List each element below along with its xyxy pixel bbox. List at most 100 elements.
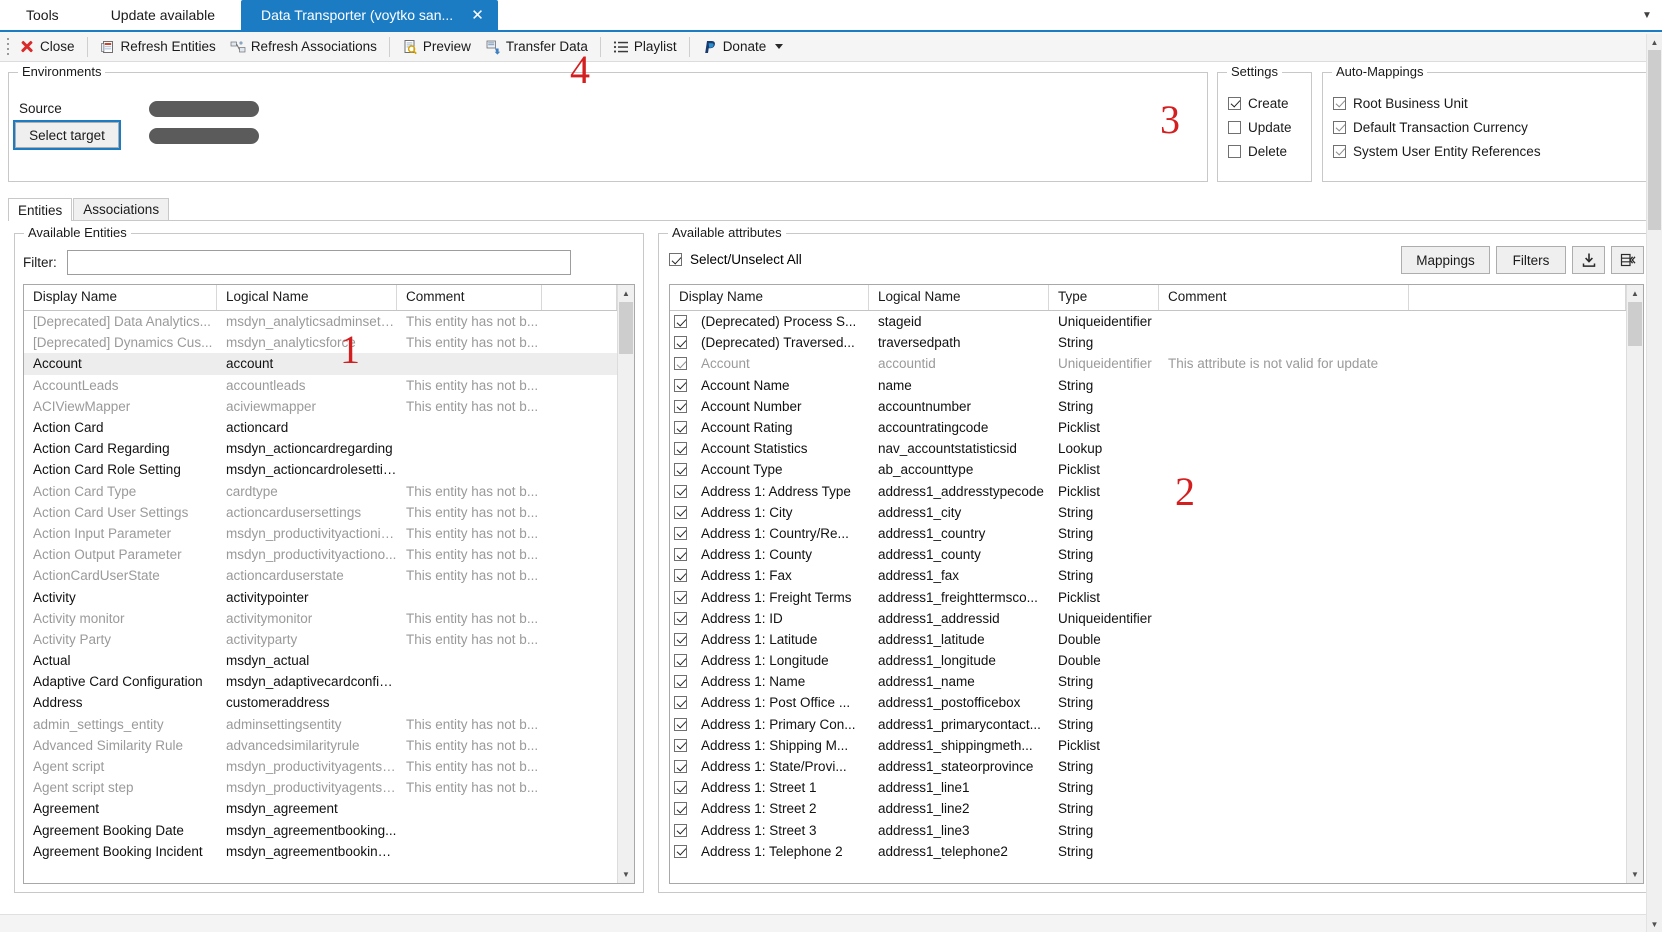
checkbox-icon[interactable] <box>674 802 687 816</box>
row-checkbox[interactable] <box>670 760 692 774</box>
checkbox-icon[interactable] <box>674 315 687 329</box>
table-row[interactable]: Address 1: Street 2 address1_line2 String <box>670 798 1626 819</box>
row-checkbox[interactable] <box>670 654 692 668</box>
table-row[interactable]: Account Name name String <box>670 375 1626 396</box>
chevron-down-icon[interactable]: ▼ <box>1632 0 1662 30</box>
scroll-up-icon[interactable]: ▲ <box>1647 34 1662 50</box>
checkbox-icon[interactable] <box>674 399 687 413</box>
collapse-columns-button[interactable] <box>1611 246 1644 274</box>
row-checkbox[interactable] <box>670 378 692 392</box>
table-row[interactable]: Account Type ab_accounttype Picklist <box>670 459 1626 480</box>
table-row[interactable]: Address 1: Latitude address1_latitude Doub… <box>670 629 1626 650</box>
table-row[interactable]: admin_settings_entity adminsettingsentity… <box>24 714 617 735</box>
table-row[interactable]: Address 1: Freight Terms address1_freight… <box>670 586 1626 607</box>
table-row[interactable]: Account account <box>24 353 617 375</box>
row-checkbox[interactable] <box>670 548 692 562</box>
table-row[interactable]: Address 1: Address Type address1_addresst… <box>670 481 1626 502</box>
table-row[interactable]: Address 1: Shipping M... address1_shippin… <box>670 735 1626 756</box>
row-checkbox[interactable] <box>670 463 692 477</box>
column-header-comment[interactable]: Comment <box>397 285 542 310</box>
table-row[interactable]: Action Card User Settings actioncardusers… <box>24 502 617 523</box>
checkbox-icon[interactable] <box>674 378 687 392</box>
scroll-down-icon[interactable]: ▼ <box>618 866 634 883</box>
checkbox-icon[interactable] <box>1333 96 1346 110</box>
table-row[interactable]: Agreement Booking Date msdyn_agreementboo… <box>24 820 617 841</box>
checkbox-icon[interactable] <box>674 442 687 456</box>
checkbox-icon[interactable] <box>674 632 687 646</box>
row-checkbox[interactable] <box>670 844 692 858</box>
table-row[interactable]: Address 1: City address1_city String <box>670 502 1626 523</box>
column-header-logical-name[interactable]: Logical Name <box>869 285 1049 310</box>
table-row[interactable]: Activity activitypointer <box>24 586 617 607</box>
chevron-down-icon[interactable] <box>775 44 784 49</box>
table-row[interactable]: Address customeraddress <box>24 692 617 713</box>
checkbox-icon[interactable] <box>674 421 687 435</box>
table-row[interactable]: (Deprecated) Process S... stageid Uniqueid… <box>670 311 1626 332</box>
row-checkbox[interactable] <box>670 421 692 435</box>
checkbox-icon[interactable] <box>669 253 682 266</box>
table-row[interactable]: Address 1: Fax address1_fax String <box>670 565 1626 586</box>
attributes-scrollbar[interactable]: ▲ ▼ <box>1626 285 1643 883</box>
automap-option-default-transaction-currency[interactable]: Default Transaction Currency <box>1323 115 1651 139</box>
scroll-down-icon[interactable]: ▼ <box>1647 916 1662 932</box>
import-button[interactable] <box>1572 246 1605 274</box>
checkbox-icon[interactable] <box>674 548 687 562</box>
table-row[interactable]: Activity Party activityparty This entity h… <box>24 629 617 650</box>
table-row[interactable]: Action Card Type cardtype This entity has … <box>24 481 617 502</box>
row-checkbox[interactable] <box>670 315 692 329</box>
table-row[interactable]: ActionCardUserState actioncarduserstate Th… <box>24 565 617 586</box>
row-checkbox[interactable] <box>670 399 692 413</box>
table-row[interactable]: ACIViewMapper aciviewmapper This entity ha… <box>24 396 617 417</box>
settings-option-create[interactable]: Create <box>1218 91 1311 115</box>
tab-tools[interactable]: Tools <box>0 0 85 30</box>
row-checkbox[interactable] <box>670 717 692 731</box>
row-checkbox[interactable] <box>670 611 692 625</box>
checkbox-icon[interactable] <box>1333 144 1346 158</box>
table-row[interactable]: Advanced Similarity Rule advancedsimilari… <box>24 735 617 756</box>
checkbox-icon[interactable] <box>674 696 687 710</box>
entities-scrollbar[interactable]: ▲ ▼ <box>617 285 634 883</box>
settings-option-update[interactable]: Update <box>1218 115 1311 139</box>
checkbox-icon[interactable] <box>674 675 687 689</box>
table-row[interactable]: Agent script step msdyn_productivityagent… <box>24 777 617 798</box>
checkbox-icon[interactable] <box>674 590 687 604</box>
table-row[interactable]: Action Card Regarding msdyn_actioncardreg… <box>24 438 617 459</box>
checkbox-icon[interactable] <box>1228 120 1241 134</box>
scroll-up-icon[interactable]: ▲ <box>1627 285 1643 302</box>
row-checkbox[interactable] <box>670 675 692 689</box>
table-row[interactable]: Address 1: County address1_county String <box>670 544 1626 565</box>
table-row[interactable]: Action Input Parameter msdyn_productivity… <box>24 523 617 544</box>
column-header-type[interactable]: Type <box>1049 285 1159 310</box>
table-row[interactable]: Account Statistics nav_accountstatisticsi… <box>670 438 1626 459</box>
table-row[interactable]: Address 1: Name address1_name String <box>670 671 1626 692</box>
select-target-button[interactable]: Select target <box>13 120 121 150</box>
table-row[interactable]: Address 1: Post Office ... address1_posto… <box>670 692 1626 713</box>
row-checkbox[interactable] <box>670 357 692 371</box>
table-row[interactable]: Action Card Role Setting msdyn_actioncard… <box>24 459 617 480</box>
close-button[interactable]: Close <box>12 34 82 60</box>
table-row[interactable]: Agent script msdyn_productivityagentsc...… <box>24 756 617 777</box>
table-row[interactable]: Action Output Parameter msdyn_productivit… <box>24 544 617 565</box>
tab-entities[interactable]: Entities <box>8 198 73 221</box>
checkbox-icon[interactable] <box>674 781 687 795</box>
row-checkbox[interactable] <box>670 442 692 456</box>
scroll-track[interactable] <box>618 302 634 866</box>
checkbox-icon[interactable] <box>1228 144 1241 158</box>
refresh-associations-button[interactable]: Refresh Associations <box>223 34 384 60</box>
checkbox-icon[interactable] <box>674 463 687 477</box>
checkbox-icon[interactable] <box>674 738 687 752</box>
checkbox-icon[interactable] <box>674 717 687 731</box>
tab-data-transporter[interactable]: Data Transporter (voytko san... ✕ <box>240 0 498 30</box>
table-row[interactable]: Address 1: Street 3 address1_line3 String <box>670 820 1626 841</box>
table-row[interactable]: Account accountid Uniqueidentifier This att… <box>670 353 1626 374</box>
table-row[interactable]: Address 1: State/Provi... address1_stateo… <box>670 756 1626 777</box>
row-checkbox[interactable] <box>670 802 692 816</box>
scroll-thumb[interactable] <box>619 302 633 354</box>
checkbox-icon[interactable] <box>674 823 687 837</box>
toolbar-grip[interactable] <box>4 37 12 57</box>
row-checkbox[interactable] <box>670 696 692 710</box>
select-unselect-all-row[interactable]: Select/Unselect All <box>669 252 802 267</box>
row-checkbox[interactable] <box>670 569 692 583</box>
table-row[interactable]: Address 1: Country/Re... address1_country… <box>670 523 1626 544</box>
refresh-entities-button[interactable]: Refresh Entities <box>93 34 223 60</box>
